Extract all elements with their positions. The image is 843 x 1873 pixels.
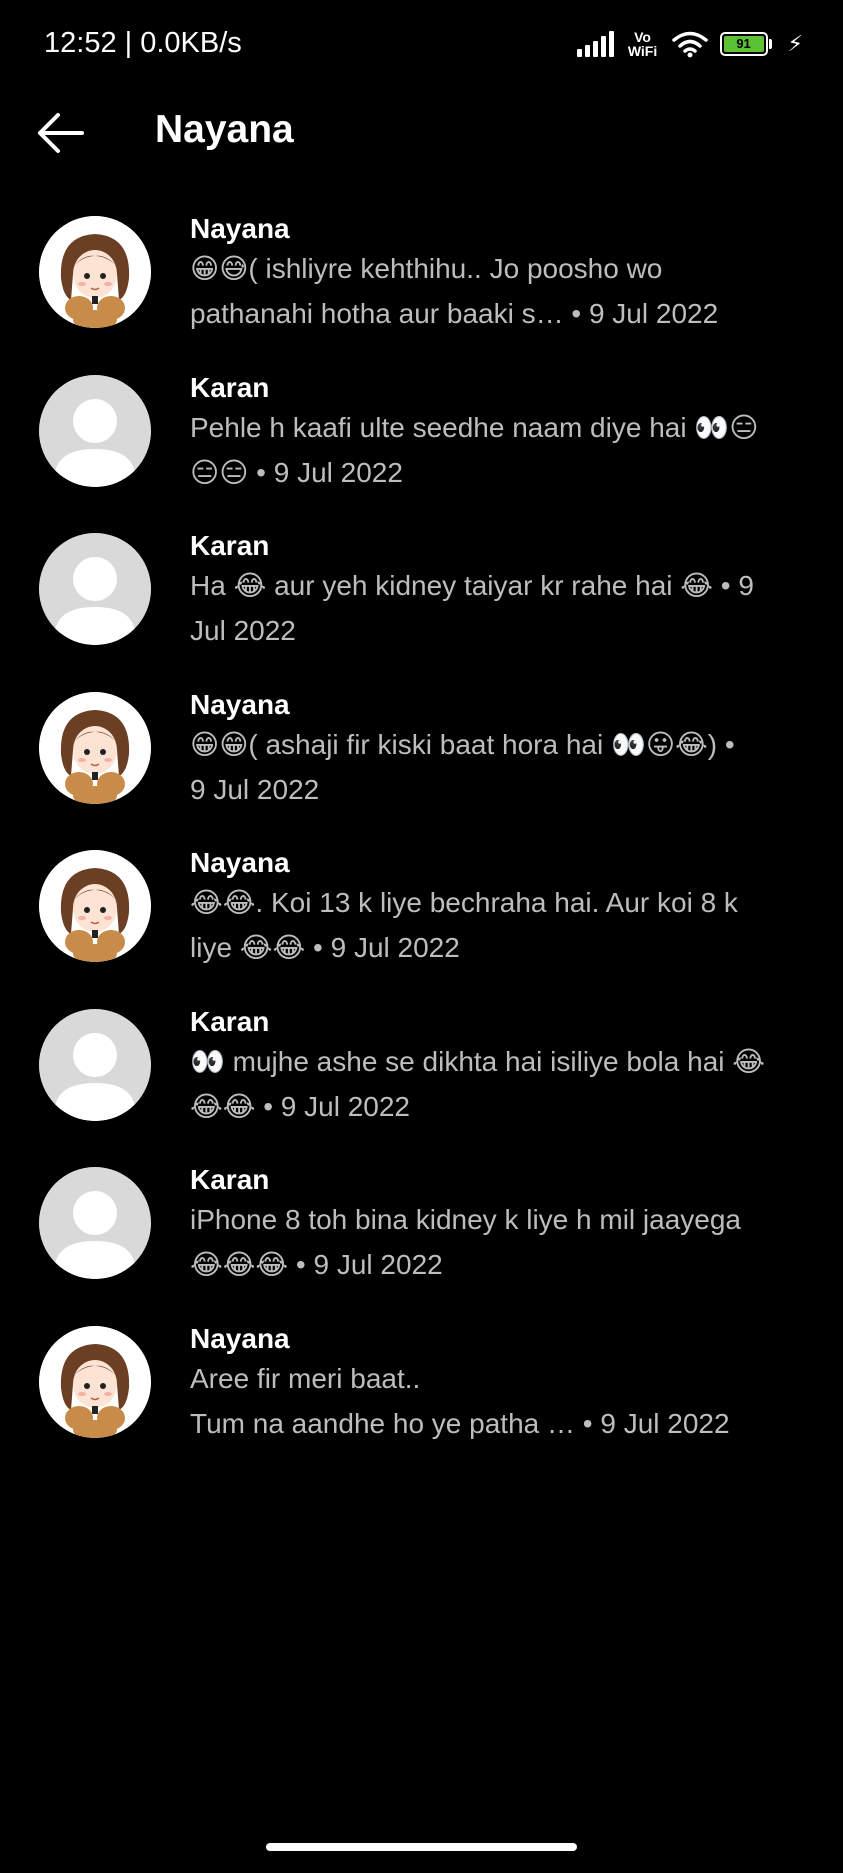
message-text-line: iPhone 8 toh bina kidney k liye h mil ja… (190, 1204, 742, 1235)
message-text-line: 😂😂 • 9 Jul 2022 (190, 1090, 411, 1122)
message-item[interactable]: Karan 👀 mujhe ashe se dikhta hai isiliye … (0, 1001, 843, 1160)
status-time: 12:52 | 0.0KB/s (44, 27, 242, 59)
page-title: Nayana (155, 108, 294, 151)
message-text-line: 😁😁( ashaji fir kiski baat hora hai 👀😛😂) … (190, 728, 735, 760)
message-text-line: liye 😂😂 • 9 Jul 2022 (190, 932, 460, 963)
message-item[interactable]: Nayana Aree fir meri baat.. Tum na aandhe … (0, 1318, 843, 1477)
back-button[interactable] (34, 110, 86, 156)
charging-icon: ⚡ (787, 31, 803, 56)
home-indicator[interactable] (266, 1843, 577, 1851)
message-body: Nayana 😁😁( ashaji fir kiski baat hora hai… (190, 688, 820, 812)
avatar-profile-photo[interactable] (39, 1325, 151, 1438)
avatar-placeholder-icon[interactable] (39, 533, 151, 645)
battery-level: 91 (723, 36, 764, 52)
message-body: Karan 👀 mujhe ashe se dikhta hai isiliye … (190, 1005, 820, 1129)
signal-icon (576, 31, 614, 57)
message-text-line: Ha 😂 aur yeh kidney taiyar kr rahe hai 😂… (190, 570, 754, 601)
sender-name: Karan (190, 1005, 270, 1037)
avatar-profile-photo[interactable] (39, 216, 151, 328)
message-item[interactable]: Karan Pehle h kaafi ulte seedhe naam diye… (0, 367, 843, 526)
sender-name: Nayana (190, 213, 290, 244)
back-arrow-icon (38, 113, 84, 153)
sender-name: Karan (190, 371, 270, 403)
message-body: Karan Pehle h kaafi ulte seedhe naam diye… (190, 371, 820, 495)
message-text-line: 😑😑 • 9 Jul 2022 (190, 456, 403, 488)
message-text-line: 😂😂. Koi 13 k liye bechraha hai. Aur koi … (190, 887, 738, 918)
message-item[interactable]: Nayana 😁😅( ishliyre kehthihu.. Jo poosho … (0, 208, 843, 367)
battery-icon: 91 (719, 32, 772, 56)
avatar-placeholder-icon[interactable] (39, 374, 151, 487)
avatar-placeholder-icon[interactable] (39, 1167, 151, 1279)
message-item[interactable]: Karan Ha 😂 aur yeh kidney taiyar kr rahe … (0, 525, 843, 684)
message-text-line: 😁😅( ishliyre kehthihu.. Jo poosho wo (190, 253, 663, 284)
sender-name: Nayana (190, 847, 290, 878)
sender-name: Nayana (190, 688, 290, 720)
message-item[interactable]: Nayana 😂😂. Koi 13 k liye bechraha hai. Au… (0, 842, 843, 1001)
sender-name: Nayana (190, 1322, 290, 1354)
message-text-line: Tum na aandhe ho ye patha … • 9 Jul 2022 (190, 1407, 730, 1439)
status-icons: Vo WiFi 91 ⚡ (576, 26, 803, 62)
message-text-line: 😂😂😂 • 9 Jul 2022 (190, 1249, 443, 1280)
sender-name: Karan (190, 530, 270, 561)
message-text-line: 👀 mujhe ashe se dikhta hai isiliye bola … (190, 1045, 765, 1077)
message-list: Nayana 😁😅( ishliyre kehthihu.. Jo poosho … (0, 208, 843, 1476)
status-bar: 12:52 | 0.0KB/s Vo WiFi 91 ⚡ (0, 0, 843, 90)
vowifi-icon: Vo WiFi (627, 29, 658, 59)
message-text-line: Jul 2022 (190, 615, 296, 646)
sender-name: Karan (190, 1164, 270, 1195)
message-text-line: Aree fir meri baat.. (190, 1362, 421, 1394)
message-body: Karan Ha 😂 aur yeh kidney taiyar kr rahe … (190, 529, 820, 653)
avatar-profile-photo[interactable] (39, 691, 151, 804)
message-text-line: pathanahi hotha aur baaki s… • 9 Jul 202… (190, 298, 719, 329)
message-body: Nayana 😁😅( ishliyre kehthihu.. Jo poosho … (190, 212, 820, 336)
avatar-placeholder-icon[interactable] (39, 1008, 151, 1121)
wifi-icon (671, 31, 708, 58)
message-text-line: Pehle h kaafi ulte seedhe naam diye hai … (190, 411, 759, 443)
message-body: Karan iPhone 8 toh bina kidney k liye h m… (190, 1163, 820, 1287)
message-body: Nayana Aree fir meri baat.. Tum na aandhe … (190, 1322, 820, 1446)
app-header: Nayana (0, 90, 843, 176)
message-item[interactable]: Karan iPhone 8 toh bina kidney k liye h m… (0, 1159, 843, 1318)
message-item[interactable]: Nayana 😁😁( ashaji fir kiski baat hora hai… (0, 684, 843, 843)
avatar-profile-photo[interactable] (39, 850, 151, 962)
message-body: Nayana 😂😂. Koi 13 k liye bechraha hai. Au… (190, 846, 820, 970)
message-text-line: 9 Jul 2022 (190, 773, 320, 805)
